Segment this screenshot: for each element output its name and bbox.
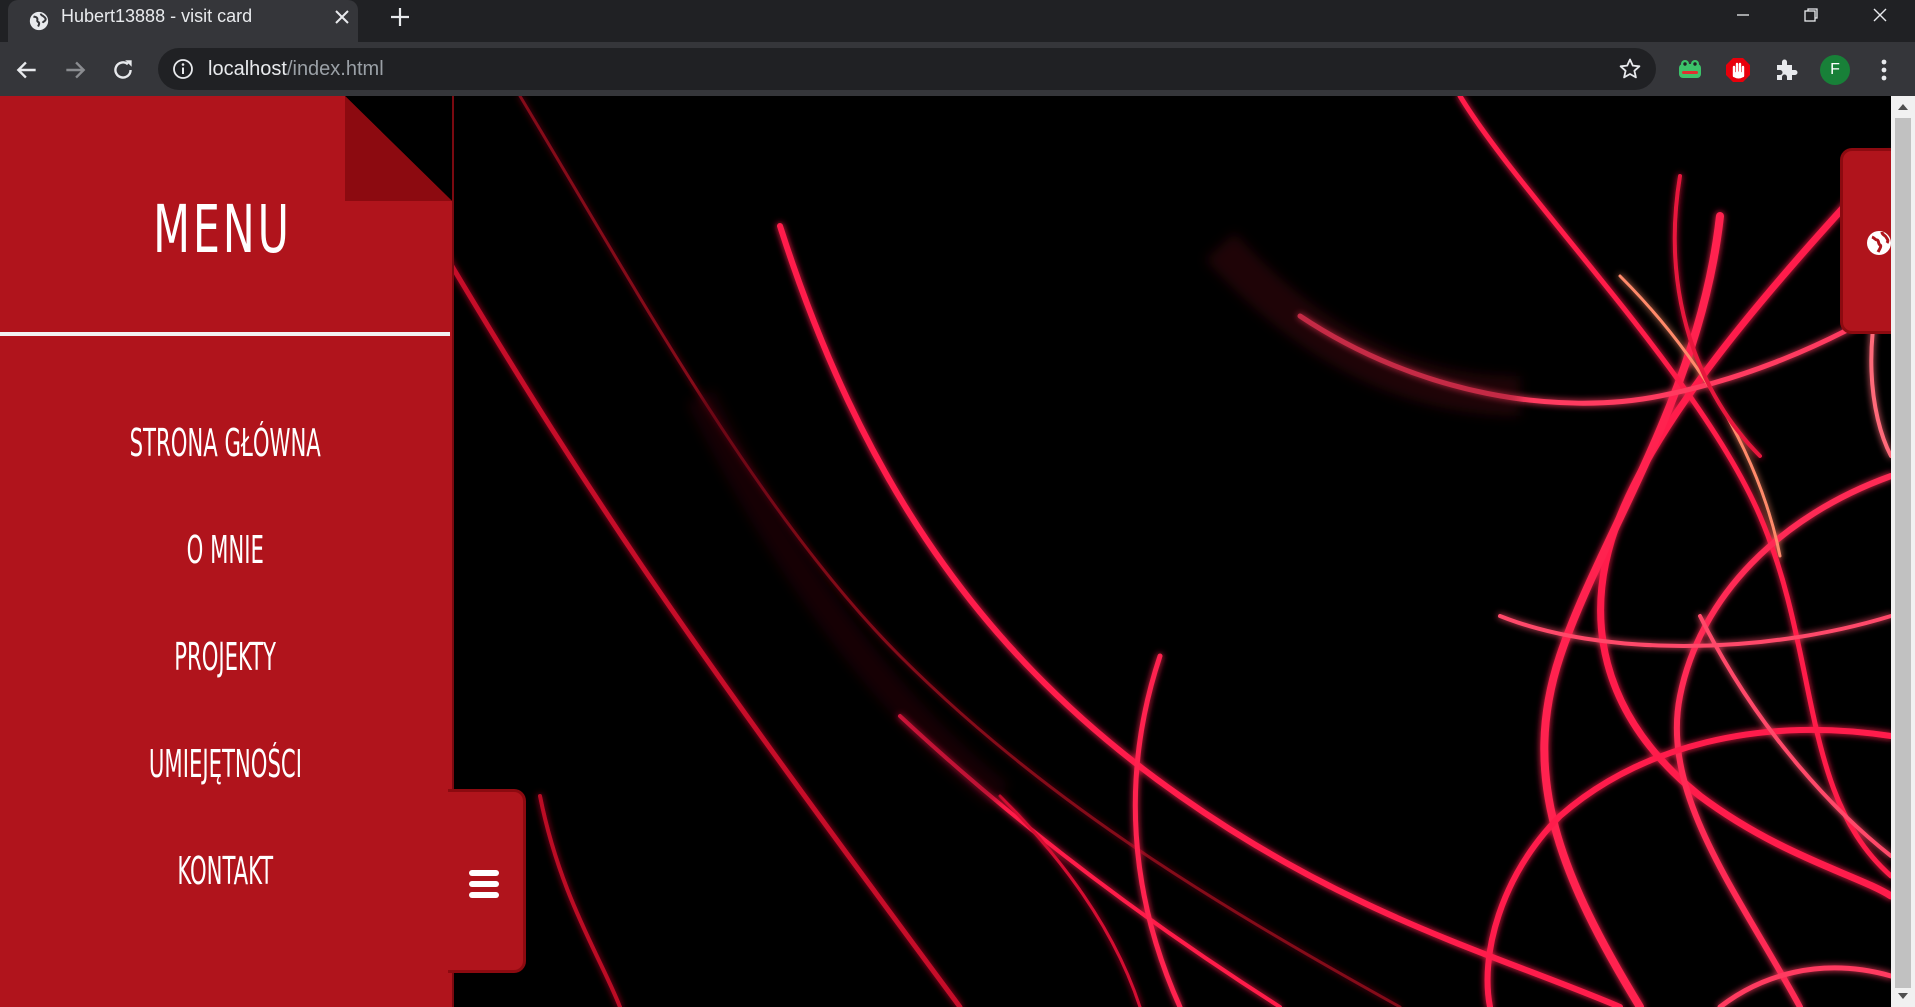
globe-icon [1867, 231, 1891, 255]
star-icon[interactable] [1618, 57, 1642, 81]
restore-button[interactable] [1788, 0, 1834, 30]
adblock-hand-icon[interactable] [1724, 56, 1752, 84]
globe-icon [29, 11, 49, 31]
menu-corner-fold [345, 96, 452, 201]
close-window-button[interactable] [1857, 0, 1903, 30]
menu-item-label: KONTAKT [177, 849, 273, 893]
browser-toolbar: localhost/index.html [0, 42, 1915, 96]
browser-tab-active[interactable]: Hubert13888 - visit card [8, 0, 358, 42]
menu-item-label: STRONA GŁÓWNA [129, 421, 321, 465]
puzzle-extensions-icon[interactable] [1772, 56, 1800, 84]
minimize-icon [1737, 14, 1749, 16]
menu-item-label: O MNIE [186, 528, 264, 572]
minimize-button[interactable] [1720, 0, 1766, 30]
close-icon [1873, 8, 1887, 22]
page-viewport: MENU STRONA GŁÓWNA O MNIE PROJEKTY UMIEJ… [0, 96, 1891, 1007]
menu-item-kontakt[interactable]: KONTAKT [0, 849, 450, 956]
scroll-down-arrow-icon[interactable] [1897, 991, 1909, 1001]
menu-item-label: PROJEKTY [174, 635, 276, 679]
scrollbar-thumb[interactable] [1895, 118, 1911, 988]
forward-arrow-icon[interactable] [62, 57, 88, 83]
menu-item-o-mnie[interactable]: O MNIE [0, 528, 450, 635]
reload-icon[interactable] [110, 57, 136, 83]
kebab-menu-icon[interactable] [1872, 56, 1896, 84]
url-text[interactable]: localhost/index.html [208, 48, 384, 90]
menu-divider [0, 332, 450, 336]
page-scrollbar[interactable] [1891, 96, 1915, 1007]
restore-icon [1804, 8, 1818, 22]
url-path: /index.html [286, 58, 384, 80]
language-tab-button[interactable] [1840, 148, 1891, 334]
back-arrow-icon[interactable] [14, 57, 40, 83]
address-bar[interactable]: localhost/index.html [158, 48, 1656, 90]
profile-avatar[interactable]: F [1820, 55, 1850, 85]
menu-list: STRONA GŁÓWNA O MNIE PROJEKTY UMIEJĘTNOŚ… [0, 421, 450, 956]
menu-item-projekty[interactable]: PROJEKTY [0, 635, 450, 742]
menu-item-strona-glowna[interactable]: STRONA GŁÓWNA [0, 421, 450, 528]
frog-extension-icon[interactable] [1676, 56, 1704, 84]
side-menu: MENU STRONA GŁÓWNA O MNIE PROJEKTY UMIEJ… [0, 96, 452, 1007]
browser-tabstrip: Hubert13888 - visit card [0, 0, 1915, 42]
menu-title: MENU [153, 191, 292, 268]
hamburger-icon [469, 870, 499, 898]
menu-toggle-button[interactable] [448, 789, 526, 973]
close-icon[interactable] [333, 8, 351, 26]
url-host: localhost [208, 58, 287, 80]
tab-title: Hubert13888 - visit card [61, 6, 253, 26]
info-icon[interactable] [172, 58, 194, 80]
scroll-up-arrow-icon[interactable] [1897, 102, 1909, 112]
plus-icon[interactable] [388, 5, 412, 29]
menu-item-label: UMIEJĘTNOŚCI [148, 742, 302, 786]
menu-item-umiejetnosci[interactable]: UMIEJĘTNOŚCI [0, 742, 450, 849]
